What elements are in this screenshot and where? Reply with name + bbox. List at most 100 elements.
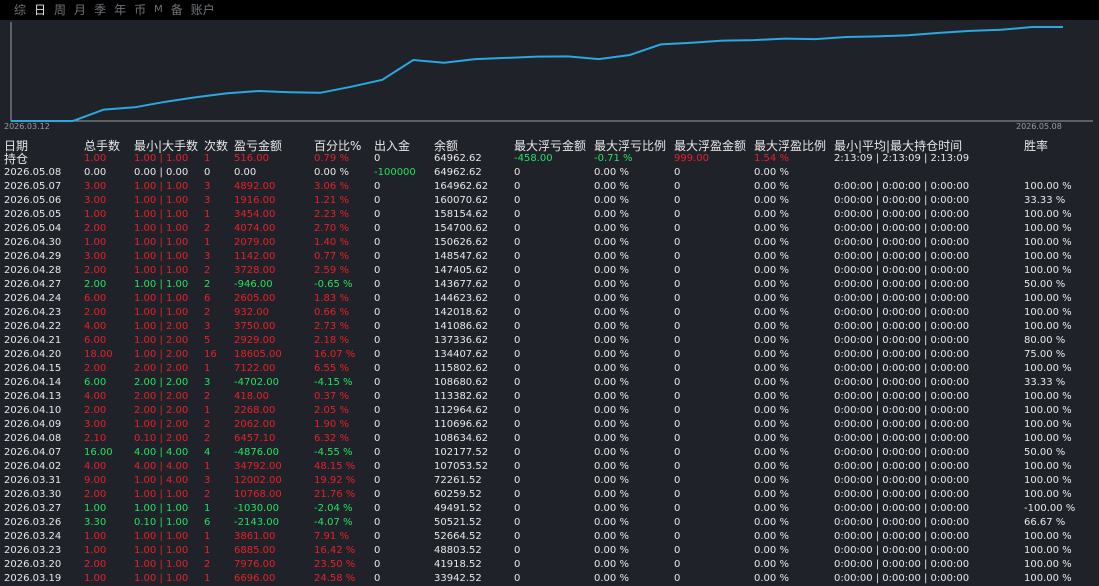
cell-col-8: 0 <box>514 545 521 556</box>
table-row[interactable]: 2026.04.10 2.00 2.00 | 2.00 1 2268.00 2.05 % 0… <box>0 404 1099 418</box>
table-row[interactable]: 2026.05.07 3.00 1.00 | 1.00 3 4892.00 3.06 % 0… <box>0 180 1099 194</box>
cell-col-11: 0.00 % <box>754 293 789 304</box>
table-row[interactable]: 2026.04.27 2.00 1.00 | 1.00 2 -946.00 -0.65 %… <box>0 278 1099 292</box>
cell-col-10: 0 <box>674 307 681 318</box>
cell-col-4: 12002.00 <box>234 475 282 486</box>
cell-col-10: 0 <box>674 433 681 444</box>
cell-col-10: 0 <box>674 223 681 234</box>
table-row[interactable]: 2026.04.13 4.00 2.00 | 2.00 2 418.00 0.37 % 0 1… <box>0 390 1099 404</box>
cell-col-13: 50.00 % <box>1024 279 1066 290</box>
table-row[interactable]: 2026.03.27 1.00 1.00 | 1.00 1 -1030.00 -2.04 … <box>0 502 1099 516</box>
cell-col-7: 33942.52 <box>434 573 482 584</box>
table-row[interactable]: 2026.03.30 2.00 1.00 | 1.00 2 10768.00 21.76 … <box>0 488 1099 502</box>
table-row[interactable]: 2026.04.29 3.00 1.00 | 1.00 3 1142.00 0.77 % 0… <box>0 250 1099 264</box>
cell-col-10: 0 <box>674 195 681 206</box>
tab-6[interactable]: 币 <box>134 0 146 20</box>
cell-col-5: 0.79 % <box>314 153 349 164</box>
table-row[interactable]: 2026.04.02 4.00 4.00 | 4.00 1 34792.00 48.15 … <box>0 460 1099 474</box>
cell-col-9: 0.00 % <box>594 293 629 304</box>
tab-9[interactable]: 账户 <box>191 0 215 20</box>
table-row[interactable]: 2026.04.23 2.00 1.00 | 1.00 2 932.00 0.66 % 0 1… <box>0 306 1099 320</box>
cell-col-11: 0.00 % <box>754 419 789 430</box>
cell-col-10: 0 <box>674 279 681 290</box>
table-row[interactable]: 2026.05.04 2.00 1.00 | 1.00 2 4074.00 2.70 % 0… <box>0 222 1099 236</box>
tab-7[interactable]: M <box>154 0 163 20</box>
table-row[interactable]: 2026.04.15 2.00 2.00 | 2.00 1 7122.00 6.55 % 0… <box>0 362 1099 376</box>
table-row[interactable]: 2026.04.07 16.00 4.00 | 4.00 4 -4876.00 -4.55… <box>0 446 1099 460</box>
table-row[interactable]: 2026.03.19 1.00 1.00 | 1.00 1 6696.00 24.58 %… <box>0 572 1099 586</box>
tab-2[interactable]: 周 <box>54 0 66 20</box>
tab-1[interactable]: 日 <box>34 0 46 20</box>
cell-col-8: 0 <box>514 237 521 248</box>
cell-col-2: 2.00 | 2.00 <box>134 363 189 374</box>
table-row[interactable]: 2026.05.08 0.00 0.00 | 0.00 0 0.00 0.00 % -100… <box>0 166 1099 180</box>
cell-col-11: 0.00 % <box>754 475 789 486</box>
cell-col-7: 148547.62 <box>434 251 489 262</box>
table-row[interactable]: 2026.04.24 6.00 1.00 | 1.00 6 2605.00 1.83 % 0… <box>0 292 1099 306</box>
cell-col-11: 0.00 % <box>754 377 789 388</box>
cell-col-10: 0 <box>674 517 681 528</box>
table-row[interactable]: 2026.04.30 1.00 1.00 | 1.00 1 2079.00 1.40 % 0… <box>0 236 1099 250</box>
table-row[interactable]: 2026.05.06 3.00 1.00 | 1.00 3 1916.00 1.21 % 0… <box>0 194 1099 208</box>
table-row[interactable]: 2026.04.28 2.00 1.00 | 1.00 2 3728.00 2.59 % 0… <box>0 264 1099 278</box>
tab-3[interactable]: 月 <box>74 0 86 20</box>
cell-col-2: 1.00 | 2.00 <box>134 335 189 346</box>
cell-col-7: 64962.62 <box>434 167 482 178</box>
cell-col-4: 4074.00 <box>234 223 276 234</box>
tab-8[interactable]: 备 <box>171 0 183 20</box>
table-row[interactable]: 2026.04.08 2.10 0.10 | 2.00 2 6457.10 6.32 % 0… <box>0 432 1099 446</box>
cell-col-11: 0.00 % <box>754 391 789 402</box>
cell-col-3: 3 <box>204 251 211 262</box>
cell-col-6: 0 <box>374 573 381 584</box>
cell-col-9: 0.00 % <box>594 419 629 430</box>
table-row[interactable]: 2026.03.26 3.30 0.10 | 1.00 6 -2143.00 -4.07 … <box>0 516 1099 530</box>
table-row[interactable]: 2026.04.09 3.00 1.00 | 2.00 2 2062.00 1.90 % 0… <box>0 418 1099 432</box>
cell-col-4: 2062.00 <box>234 419 276 430</box>
cell-col-9: 0.00 % <box>594 279 629 290</box>
cell-col-10: 0 <box>674 321 681 332</box>
cell-col-8: 0 <box>514 265 521 276</box>
cell-col-7: 60259.52 <box>434 489 482 500</box>
cell-col-1: 2.00 <box>84 489 107 500</box>
table-row[interactable]: 2026.04.21 6.00 1.00 | 2.00 5 2929.00 2.18 % 0… <box>0 334 1099 348</box>
cell-col-2: 0.10 | 2.00 <box>134 433 189 444</box>
table-row[interactable]: 2026.03.31 9.00 1.00 | 4.00 3 12002.00 19.92 … <box>0 474 1099 488</box>
cell-col-0: 2026.04.21 <box>4 335 62 346</box>
cell-col-10: 0 <box>674 545 681 556</box>
cell-col-7: 158154.62 <box>434 209 489 220</box>
cell-col-9: 0.00 % <box>594 377 629 388</box>
table-row[interactable]: 2026.03.24 1.00 1.00 | 1.00 1 3861.00 7.91 % 0… <box>0 530 1099 544</box>
cell-col-5: 1.83 % <box>314 293 349 304</box>
tab-4[interactable]: 季 <box>94 0 106 20</box>
cell-col-1: 2.00 <box>84 559 107 570</box>
cell-col-0: 2026.05.06 <box>4 195 62 206</box>
cell-col-12: 0:00:00 | 0:00:00 | 0:00:00 <box>834 489 970 500</box>
tab-5[interactable]: 年 <box>114 0 126 20</box>
table-row[interactable]: 2026.04.22 4.00 1.00 | 2.00 3 3750.00 2.73 % 0… <box>0 320 1099 334</box>
cell-col-2: 1.00 | 1.00 <box>134 153 189 164</box>
table-row[interactable]: 2026.04.20 18.00 1.00 | 2.00 16 18605.00 16.0… <box>0 348 1099 362</box>
cell-col-12: 0:00:00 | 0:00:00 | 0:00:00 <box>834 559 970 570</box>
cell-col-7: 112964.62 <box>434 405 489 416</box>
cell-col-1: 2.00 <box>84 223 107 234</box>
cell-col-7: 142018.62 <box>434 307 489 318</box>
cell-col-2: 1.00 | 4.00 <box>134 475 189 486</box>
cell-col-4: 2605.00 <box>234 293 276 304</box>
cell-col-5: 21.76 % <box>314 489 356 500</box>
cell-col-1: 2.00 <box>84 307 107 318</box>
table-row[interactable]: 2026.05.05 1.00 1.00 | 1.00 1 3454.00 2.23 % 0… <box>0 208 1099 222</box>
table-row[interactable]: 2026.04.14 6.00 2.00 | 2.00 3 -4702.00 -4.15 … <box>0 376 1099 390</box>
cell-col-6: -100000 <box>374 167 416 178</box>
table-row[interactable]: 2026.03.23 1.00 1.00 | 1.00 1 6885.00 16.42 %… <box>0 544 1099 558</box>
cell-col-10: 0 <box>674 335 681 346</box>
position-row[interactable]: 1.00 1.00 | 1.00 1 516.00 0.79 % 0 64962.62 -45… <box>0 152 1099 166</box>
table-row[interactable]: 2026.03.20 2.00 1.00 | 1.00 2 7976.00 23.50 %… <box>0 558 1099 572</box>
cell-col-1: 2.00 <box>84 363 107 374</box>
cell-col-12: 0:00:00 | 0:00:00 | 0:00:00 <box>834 503 970 514</box>
cell-col-3: 1 <box>204 573 211 584</box>
cell-col-9: 0.00 % <box>594 181 629 192</box>
cell-col-8: 0 <box>514 195 521 206</box>
tab-0[interactable]: 综 <box>14 0 26 20</box>
cell-col-10: 999.00 <box>674 153 709 164</box>
cell-col-11: 0.00 % <box>754 209 789 220</box>
